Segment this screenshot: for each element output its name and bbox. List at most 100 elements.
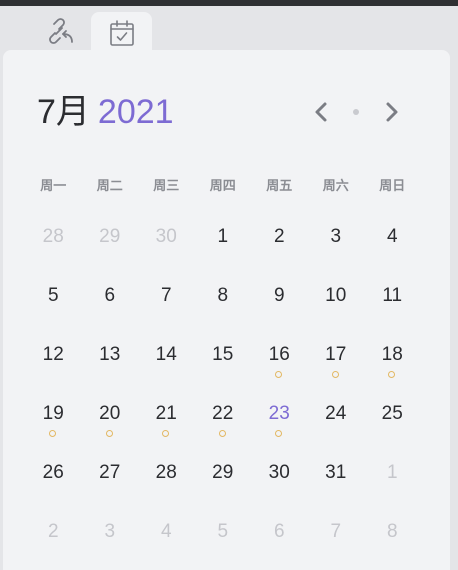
- day-number: 7: [330, 521, 342, 542]
- calendar-day-other-month[interactable]: 5: [195, 502, 252, 561]
- calendar-day-other-month[interactable]: 4: [138, 502, 195, 561]
- calendar-day-other-month[interactable]: 7: [308, 502, 365, 561]
- note-indicator-dot: [388, 371, 396, 378]
- day-number: 13: [99, 344, 121, 365]
- day-number: 9: [273, 285, 285, 306]
- day-number: 29: [212, 462, 234, 483]
- day-number: 30: [155, 226, 177, 247]
- calendar-day[interactable]: 15: [195, 325, 252, 384]
- calendar-day[interactable]: 4: [364, 207, 421, 266]
- calendar-day[interactable]: 10: [308, 266, 365, 325]
- note-indicator-dot: [49, 430, 57, 437]
- weekday-label: 周三: [153, 178, 180, 193]
- day-number: 6: [273, 521, 285, 542]
- calendar-day[interactable]: 21: [138, 384, 195, 443]
- calendar-day[interactable]: 24: [308, 384, 365, 443]
- day-number: 1: [386, 462, 398, 483]
- calendar-day-other-month[interactable]: 28: [25, 207, 82, 266]
- calendar-day[interactable]: 5: [25, 266, 82, 325]
- day-number: 26: [42, 462, 64, 483]
- calendar-day[interactable]: 20: [82, 384, 139, 443]
- calendar-day[interactable]: 3: [308, 207, 365, 266]
- tab-strip: [0, 6, 458, 54]
- calendar-day[interactable]: 13: [82, 325, 139, 384]
- calendar-day[interactable]: 8: [195, 266, 252, 325]
- day-number: 11: [382, 285, 403, 306]
- day-number: 7: [160, 285, 172, 306]
- note-indicator-dot: [218, 430, 226, 437]
- day-number: 8: [217, 285, 229, 306]
- weekday-label: 周六: [322, 178, 349, 193]
- note-indicator-dot: [105, 430, 113, 437]
- calendar-day[interactable]: 18: [364, 325, 421, 384]
- weekday-label: 周四: [209, 178, 236, 193]
- calendar-day[interactable]: 25: [364, 384, 421, 443]
- calendar-day[interactable]: 22: [195, 384, 252, 443]
- weekday-label: 周日: [379, 178, 406, 193]
- calendar-day[interactable]: 19: [25, 384, 82, 443]
- calendar-day[interactable]: 31: [308, 443, 365, 502]
- calendar-day[interactable]: 17: [308, 325, 365, 384]
- calendar-day[interactable]: 28: [138, 443, 195, 502]
- note-indicator-dot: [162, 430, 170, 437]
- day-number: 1: [217, 226, 229, 247]
- next-month-button[interactable]: [377, 97, 407, 127]
- day-number: 23: [268, 403, 290, 424]
- calendar-check-icon: [109, 20, 134, 46]
- calendar-day[interactable]: 11: [364, 266, 421, 325]
- note-indicator-dot: [275, 430, 283, 437]
- note-indicator-dot: [275, 371, 283, 378]
- day-number: 8: [386, 521, 398, 542]
- day-number: 21: [155, 403, 177, 424]
- day-number: 2: [273, 226, 285, 247]
- calendar-day-today[interactable]: 23: [251, 384, 308, 443]
- calendar-day-grid: 28 29 30 1 2 3 4 5 6 7 8 9 10 11 12 13 14 15 16 17 18 19 20 21 2…: [25, 207, 421, 561]
- calendar-day-other-month[interactable]: 3: [82, 502, 139, 561]
- calendar-day[interactable]: 6: [82, 266, 139, 325]
- calendar-day-other-month[interactable]: 2: [25, 502, 82, 561]
- day-number: 5: [47, 285, 59, 306]
- day-number: 10: [325, 285, 347, 306]
- day-number: 28: [155, 462, 177, 483]
- day-number: 30: [268, 462, 290, 483]
- calendar-day-other-month[interactable]: 30: [138, 207, 195, 266]
- tab-calendar[interactable]: [91, 12, 152, 54]
- calendar-day-other-month[interactable]: 8: [364, 502, 421, 561]
- calendar-day[interactable]: 27: [82, 443, 139, 502]
- weekday-header-row: 周一 周二 周三 周四 周五 周六 周日: [25, 176, 421, 196]
- day-number: 24: [325, 403, 347, 424]
- calendar-day[interactable]: 30: [251, 443, 308, 502]
- previous-month-button[interactable]: [306, 97, 336, 127]
- day-number: 19: [42, 403, 64, 424]
- day-number: 18: [381, 344, 403, 365]
- calendar-day-other-month[interactable]: 1: [364, 443, 421, 502]
- calendar-day[interactable]: 14: [138, 325, 195, 384]
- calendar-day[interactable]: 29: [195, 443, 252, 502]
- calendar-day[interactable]: 12: [25, 325, 82, 384]
- today-dot-icon: [353, 109, 359, 115]
- day-number: 31: [325, 462, 347, 483]
- day-number: 4: [160, 521, 172, 542]
- today-button[interactable]: [346, 97, 366, 127]
- day-number: 22: [212, 403, 234, 424]
- day-number: 17: [325, 344, 347, 365]
- weekday-label: 周二: [96, 178, 123, 193]
- calendar-day-other-month[interactable]: 6: [251, 502, 308, 561]
- calendar-day[interactable]: 2: [251, 207, 308, 266]
- calendar-day[interactable]: 7: [138, 266, 195, 325]
- day-number: 20: [99, 403, 121, 424]
- calendar-day[interactable]: 26: [25, 443, 82, 502]
- weekday-label: 周一: [40, 178, 67, 193]
- tab-backlinks[interactable]: [30, 12, 90, 50]
- year-label: 2021: [97, 93, 174, 131]
- day-number: 15: [212, 344, 234, 365]
- weekday-label: 周五: [266, 178, 293, 193]
- calendar-day[interactable]: 9: [251, 266, 308, 325]
- calendar-day[interactable]: 16: [251, 325, 308, 384]
- note-indicator-dot: [331, 371, 339, 378]
- link-back-icon: [49, 18, 73, 44]
- month-label: 7月: [37, 93, 90, 131]
- day-number: 29: [99, 226, 121, 247]
- calendar-day[interactable]: 1: [195, 207, 252, 266]
- calendar-day-other-month[interactable]: 29: [82, 207, 139, 266]
